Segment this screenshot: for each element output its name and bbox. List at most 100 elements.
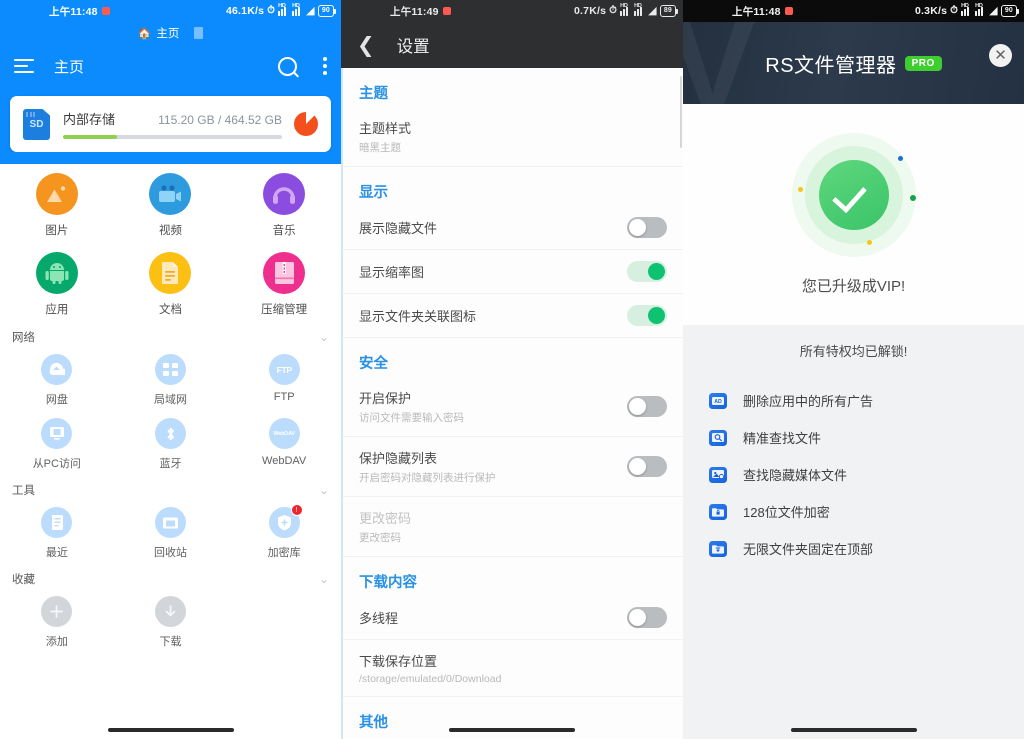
shortcut-tile[interactable]: 蓝牙 [114,411,228,475]
category-tile[interactable]: 压缩管理 [227,243,341,322]
scrollbar[interactable] [680,76,682,148]
signal-2-icon: HD [292,3,303,16]
vault-alert-badge: ! [290,504,303,516]
category-tile-label: 压缩管理 [261,304,308,316]
toggle-knob [629,458,646,475]
settings-toggle[interactable] [627,305,667,326]
privilege-item: 128位文件加密 [683,493,1024,530]
shortcut-tile[interactable]: 回收站 [114,500,228,564]
shortcut-tile[interactable]: 局域网 [114,347,228,411]
shortcut-tile[interactable]: 网盘 [0,347,114,411]
category-tile-label: 音乐 [272,225,296,237]
storage-pie-chart-icon [294,112,318,136]
storage-progress-bar [63,135,282,139]
settings-toggle[interactable] [627,261,667,282]
shortcut-tile[interactable]: 下载 [114,589,228,653]
settings-row[interactable]: 开启保护 访问文件需要输入密码 [343,377,683,437]
settings-row[interactable]: 保护隐藏列表 开启密码对隐藏列表进行保护 [343,437,683,497]
section-header[interactable]: 网络 ⌄ [0,322,341,347]
section-header[interactable]: 收藏 ⌄ [0,564,341,589]
category-tile[interactable]: 图片 [0,164,114,243]
hd-label-1: HD [961,2,969,9]
category-tile[interactable]: 视频 [114,164,228,243]
settings-row[interactable]: 显示文件夹关联图标 [343,294,683,338]
privileges-title: 所有特权均已解锁! [799,344,908,359]
app-bar: 主页 [0,44,341,88]
chevron-down-icon[interactable]: ⌄ [319,330,329,344]
status-time: 上午11:48 [732,5,781,18]
settings-row-text: 显示缩率图 [359,262,627,281]
settings-row-title: 显示文件夹关联图标 [359,309,477,324]
settings-row[interactable]: 显示缩率图 [343,250,683,294]
shortcut-tile[interactable]: ! 加密库 [227,500,341,564]
back-chevron-icon[interactable]: ❮ [357,35,375,56]
recording-indicator-icon [101,7,110,15]
privilege-label: 查找隐藏媒体文件 [743,468,848,483]
settings-row[interactable]: 展示隐藏文件 [343,206,683,250]
close-icon[interactable]: ✕ [989,44,1012,67]
sd-notch [26,111,35,117]
privilege-label: 无限文件夹固定在顶部 [743,542,874,557]
vip-status-text: 您已升级成VIP! [801,278,906,295]
internal-storage-card[interactable]: SD 内部存储 115.20 GB / 464.52 GB [10,96,331,152]
settings-group-title: 显示 [359,185,388,201]
wifi-icon: ◢ [306,4,315,17]
shortcut-tile-label: 最近 [45,547,68,559]
svg-text:AD: AD [714,399,722,405]
storage-info: 内部存储 115.20 GB / 464.52 GB [63,109,282,139]
breadcrumb[interactable]: 🏠 主页 [0,22,341,44]
status-bar: 上午11:48 46.1K/s ⏱ HD HD ◢ 90 [0,0,341,22]
shortcut-tile[interactable]: FTP FTP [227,347,341,411]
confetti-dot-yellow-2 [866,240,872,245]
battery-level: 90 [1000,4,1020,18]
section-header[interactable]: 工具 ⌄ [0,475,341,500]
settings-group-title: 下载内容 [359,575,417,591]
alarm-icon: ⏱ [267,5,276,16]
settings-group-title: 主题 [359,86,388,102]
settings-toggle[interactable] [627,607,667,628]
privilege-label: 精准查找文件 [743,431,822,446]
shortcut-tile[interactable]: WebDAV WebDAV [227,411,341,475]
toggle-knob [629,609,646,626]
hamburger-icon[interactable] [14,59,34,73]
search-icon[interactable] [278,56,297,76]
privileges-panel: 所有特权均已解锁! AD 删除应用中的所有广告 精准查找文件 查找隐藏媒体文件 128位… [683,325,1024,739]
settings-toggle[interactable] [627,217,667,238]
settings-row[interactable]: 主题样式 暗黑主题 [343,107,683,167]
network-speed: 0.3K/s [915,5,948,17]
recording-indicator-icon [784,7,793,15]
settings-toggle[interactable] [627,456,667,477]
chevron-down-icon[interactable]: ⌄ [319,483,329,497]
shortcut-tile[interactable]: 从PC访问 [0,411,114,475]
shortcut-tile[interactable]: 最近 [0,500,114,564]
wifi-icon: ◢ [989,4,998,17]
cloud-drive-icon [41,354,73,385]
toggle-knob [629,219,646,236]
category-tile-label: 文档 [158,304,182,316]
settings-toggle[interactable] [627,396,667,417]
vip-header: V RS文件管理器 PRO ✕ [683,22,1024,104]
settings-row-text: 更改密码 更改密码 [359,508,667,545]
chevron-down-icon[interactable]: ⌄ [319,572,329,586]
settings-row[interactable]: 多线程 [343,596,683,640]
signal-1-icon: HD [961,3,972,16]
category-tile[interactable]: 音乐 [227,164,341,243]
battery-level: 89 [659,4,679,18]
hd-label-2: HD [634,2,642,9]
settings-row[interactable]: 更改密码 更改密码 [343,497,683,557]
shortcut-tile-label: 网盘 [45,394,68,406]
sd-card-icon: SD [23,108,50,140]
category-tile[interactable]: 文档 [114,243,228,322]
settings-list[interactable]: 主题 主题样式 暗黑主题 显示 展示隐藏文件 显示缩率图 显示文件夹关联图标 安全 开启保护 访问… [341,68,683,739]
vip-hero: 您已升级成VIP! [683,104,1024,325]
settings-row[interactable]: 下载保存位置/storage/emulated/0/Download [343,640,683,697]
document-icon [149,252,192,294]
settings-row-title: 更改密码 [359,511,412,526]
shortcut-tile[interactable]: 添加 [0,589,114,653]
category-tile-label: 图片 [45,225,69,237]
ftp-icon: FTP [268,354,300,385]
category-tile[interactable]: 应用 [0,243,114,322]
category-tile-label: 应用 [45,304,69,316]
settings-row-subtitle: 暗黑主题 [359,142,401,154]
overflow-menu-icon[interactable] [323,57,327,75]
